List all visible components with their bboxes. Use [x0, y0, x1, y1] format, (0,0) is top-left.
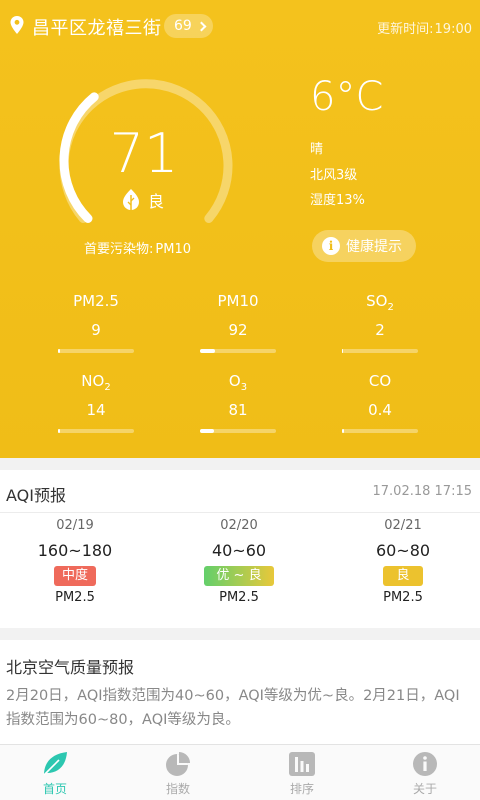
- pie-chart-icon: [166, 752, 190, 776]
- primary-pollutant: 首要污染物: PM10: [84, 238, 191, 257]
- pollutant-value: 92: [228, 321, 248, 339]
- forecast-range: 60~80: [375, 541, 431, 560]
- tab-index[interactable]: 指数: [143, 751, 213, 797]
- report-text: 2月20日，AQI指数范围为40~60，AQI等级为优~良。2月21日，AQI指…: [6, 688, 460, 728]
- pollutant-bar: [200, 349, 276, 353]
- temperature: 6°C: [310, 74, 384, 120]
- pollutant-item[interactable]: PM10 92: [198, 292, 278, 353]
- pollutant-item[interactable]: CO 0.4: [340, 372, 420, 433]
- location-name[interactable]: 昌平区龙禧三街: [32, 14, 162, 40]
- air-quality-report-card: 北京空气质量预报 2月20日，AQI指数范围为40~60，AQI等级为优~良。2…: [0, 640, 480, 744]
- tab-home[interactable]: 首页: [20, 751, 90, 797]
- forecast-range: 40~60: [211, 541, 267, 560]
- wind: 北风3级: [310, 168, 358, 183]
- forecast-date: 02/21: [384, 518, 422, 533]
- leaf-icon: [123, 189, 139, 210]
- divider: [0, 512, 480, 513]
- pollutant-bar: [342, 349, 418, 353]
- pollutant-item[interactable]: PM2.5 9: [56, 292, 136, 353]
- leaf-icon: [43, 752, 67, 776]
- humidity: 湿度13%: [310, 193, 365, 208]
- pollutant-value: 14: [86, 401, 106, 419]
- pollutant-bar: [342, 429, 418, 433]
- pollutant-name: CO: [368, 372, 392, 390]
- pollutant-item[interactable]: NO2 14: [56, 372, 136, 433]
- forecast-date: 02/20: [220, 518, 258, 533]
- pollutant-value: 2: [375, 321, 385, 339]
- pollutant-value: 0.4: [368, 401, 392, 419]
- pollutant-value: 81: [228, 401, 248, 419]
- pollutant-name: PM10: [217, 292, 259, 310]
- forecast-pollutant: PM2.5: [219, 590, 259, 605]
- bottom-tab-bar: 首页 指数 排序 关于: [0, 744, 480, 800]
- pollutant-value: 9: [91, 321, 101, 339]
- pollutant-bar: [58, 349, 134, 353]
- info-icon: [413, 752, 437, 776]
- forecast-level-badge: 优 ~ 良: [204, 566, 274, 586]
- forecast-level-badge: 良: [383, 566, 423, 586]
- forecast-pollutant: PM2.5: [55, 590, 95, 605]
- health-tips-label: 健康提示: [346, 239, 402, 255]
- pollutant-bar: [200, 429, 276, 433]
- forecast-range: 160~180: [37, 541, 113, 560]
- info-icon: i: [322, 237, 340, 255]
- location-pin-icon: [10, 16, 24, 34]
- chevron-right-icon: [196, 21, 207, 32]
- forecast-day: 02/19 160~180 中度 PM2.5: [20, 518, 130, 605]
- forecast-day: 02/20 40~60 优 ~ 良 PM2.5: [184, 518, 294, 605]
- location-aqi-value: 69: [174, 18, 192, 34]
- aqi-level: 良: [122, 188, 164, 212]
- aqi-forecast-card: AQI预报 17.02.18 17:15 02/19 160~180 中度 PM…: [0, 470, 480, 628]
- location-aqi-badge[interactable]: 69: [164, 14, 213, 38]
- ranking-icon: [289, 752, 315, 776]
- pollutant-name: NO2: [81, 372, 111, 393]
- tab-label: 排序: [289, 782, 314, 796]
- weather-condition: 晴: [310, 142, 324, 157]
- pollutant-bar: [58, 429, 134, 433]
- forecast-day: 02/21 60~80 良 PM2.5: [348, 518, 458, 605]
- pollutant-name: PM2.5: [73, 292, 119, 310]
- primary-pollutant-value: PM10: [155, 242, 191, 257]
- forecast-level-badge: 中度: [53, 566, 96, 586]
- tab-label: 首页: [42, 782, 67, 796]
- forecast-title: AQI预报: [6, 486, 66, 505]
- pollutant-name: O3: [228, 372, 248, 393]
- aqi-hero-panel: 昌平区龙禧三街 69 更新时间:19:00 71 良 首要污染物: PM10 6°…: [0, 0, 480, 458]
- pollutant-item[interactable]: O3 81: [198, 372, 278, 433]
- forecast-pollutant: PM2.5: [383, 590, 423, 605]
- tab-label: 关于: [412, 782, 437, 796]
- tab-about[interactable]: 关于: [390, 751, 460, 797]
- primary-pollutant-label: 首要污染物:: [84, 242, 154, 257]
- tab-ranking[interactable]: 排序: [267, 751, 337, 797]
- report-title: 北京空气质量预报: [6, 658, 135, 677]
- update-time-value: 19:00: [434, 22, 472, 37]
- top-bar: 昌平区龙禧三街 69 更新时间:19:00: [0, 8, 480, 44]
- tab-label: 指数: [165, 782, 190, 796]
- forecast-timestamp: 17.02.18 17:15: [372, 484, 473, 499]
- update-time: 更新时间:19:00: [376, 18, 472, 37]
- update-label: 更新时间:: [377, 22, 434, 37]
- forecast-date: 02/19: [56, 518, 94, 533]
- aqi-value: 71: [109, 122, 179, 185]
- pollutant-item[interactable]: SO2 2: [340, 292, 420, 353]
- health-tips-button[interactable]: i 健康提示: [312, 230, 416, 262]
- aqi-level-label: 良: [148, 192, 165, 211]
- pollutant-name: SO2: [366, 292, 394, 313]
